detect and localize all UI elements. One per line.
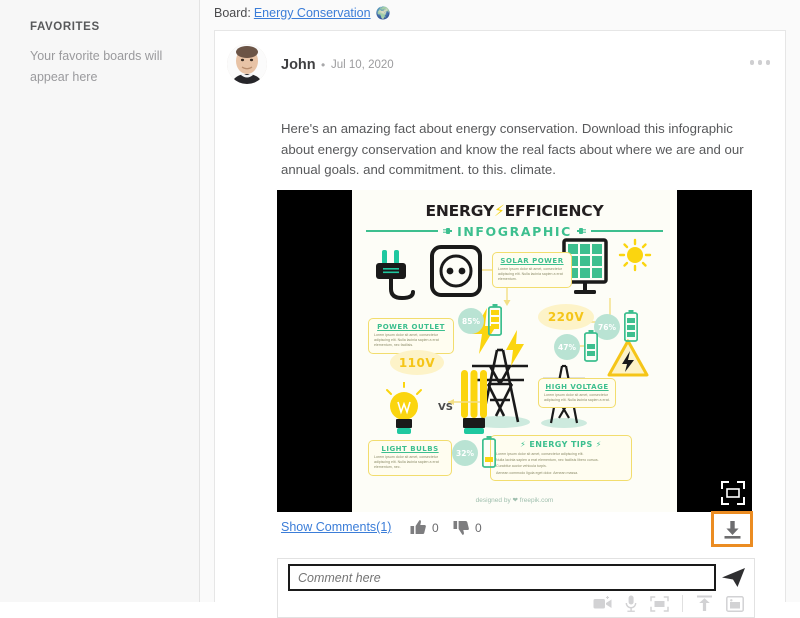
pct-badge-32: 32% — [452, 440, 478, 466]
board-bar: Board: Energy Conservation 🌍 — [200, 0, 800, 30]
like-button[interactable]: 0 — [410, 519, 439, 536]
box-body: Lorem ipsum dolor sit amet, consectetur … — [498, 267, 563, 282]
post-text: Here's an amazing fact about energy cons… — [281, 121, 744, 177]
lightning-bolt-icon-2 — [506, 330, 524, 366]
breadcrumb: Board: Energy Conservation 🌍 — [214, 6, 391, 20]
dislike-count: 0 — [475, 520, 482, 535]
fullscreen-glyph — [721, 481, 745, 505]
download-button[interactable] — [711, 511, 753, 547]
board-label: Board: — [214, 6, 251, 20]
pct-badge-47: 47% — [554, 334, 580, 360]
video-record-icon[interactable] — [593, 596, 612, 611]
infographic-box-energy-tips: ⚡ ENERGY TIPS ⚡ Lorem ipsum dolor sit am… — [490, 435, 632, 481]
socket-icon — [430, 245, 482, 297]
comment-composer — [277, 558, 755, 618]
plug-icon-left — [443, 228, 453, 234]
box-title: POWER OUTLET — [377, 323, 445, 331]
infographic-credit: designed by ❤ freepik.com — [475, 497, 554, 504]
infographic-subtitle-row: INFOGRAPHIC — [366, 223, 664, 239]
tips-title: ⚡ ENERGY TIPS ⚡ — [496, 440, 626, 449]
board-name-link[interactable]: Energy Conservation — [254, 6, 371, 20]
tips-title-text: ENERGY TIPS — [529, 440, 593, 449]
rule-right — [590, 230, 664, 232]
infographic-title-part2: EFFICIENCY — [504, 202, 604, 220]
favorites-empty-message: Your favorite boards will appear here — [30, 49, 163, 84]
box-title: LIGHT BULBS — [381, 445, 439, 453]
avatar[interactable] — [227, 44, 267, 84]
post-header: John • Jul 10, 2020 — [215, 31, 785, 84]
send-icon — [722, 568, 745, 587]
battery-icon-32 — [482, 436, 496, 468]
box-title: SOLAR POWER — [500, 257, 564, 265]
thumbs-down-icon — [453, 521, 469, 535]
globe-icon: 🌍 — [375, 6, 391, 20]
plug-icon-right — [576, 228, 586, 234]
comment-input[interactable] — [288, 564, 716, 591]
infographic-title: ENERGY⚡EFFICIENCY — [352, 202, 677, 220]
image-attach-icon[interactable] — [726, 595, 744, 612]
box-body: Lorem ipsum dolor sit amet, consectetur … — [374, 333, 439, 348]
infographic: ENERGY⚡EFFICIENCY INFOGRAPHIC VS POWER O… — [352, 190, 677, 512]
voltage-label-110: 110V — [390, 350, 444, 375]
fullscreen-icon[interactable] — [720, 480, 746, 506]
composer-tools — [593, 595, 744, 612]
infographic-box-power-outlet: POWER OUTLET Lorem ipsum dolor sit amet,… — [368, 318, 454, 354]
pct-badge-85: 85% — [458, 308, 484, 334]
favorites-heading: FAVORITES — [30, 21, 100, 33]
post-image[interactable]: ENERGY⚡EFFICIENCY INFOGRAPHIC VS POWER O… — [277, 190, 752, 512]
post-actions: Show Comments(1) 0 0 — [215, 511, 785, 550]
infographic-title-part1: ENERGY — [425, 202, 494, 220]
avatar-image — [227, 44, 267, 84]
infographic-box-light-bulbs: LIGHT BULBS Lorem ipsum dolor sit amet, … — [368, 440, 452, 476]
vs-label: VS — [438, 402, 453, 413]
send-button[interactable] — [721, 565, 746, 595]
post-separator: • — [321, 58, 326, 72]
box-body: Lorem ipsum dolor sit amet, consectetur … — [374, 455, 439, 470]
post-date: Jul 10, 2020 — [331, 59, 394, 71]
incandescent-bulb-icon — [386, 382, 422, 434]
box-body: Lorem ipsum dolor sit amet, consectetur … — [544, 393, 610, 403]
box-title: HIGH VOLTAGE — [545, 383, 609, 391]
sun-icon — [618, 238, 652, 272]
more-options-icon[interactable] — [745, 55, 776, 70]
more-dot — [757, 60, 762, 65]
show-comments-link[interactable]: Show Comments(1) — [281, 520, 391, 534]
bolt-icon: ⚡ — [493, 202, 505, 220]
more-dot — [749, 60, 754, 65]
main-content: Board:Energy Conservation🌍 John • Jul — [200, 0, 800, 618]
battery-icon-85 — [488, 304, 502, 336]
microphone-icon[interactable] — [625, 595, 637, 612]
high-voltage-warning-icon — [607, 339, 649, 377]
plug-cable-icon — [376, 250, 415, 301]
thumbs-up-icon — [410, 520, 426, 534]
more-dot — [765, 60, 770, 65]
battery-icon-47 — [584, 330, 598, 362]
rule-left — [366, 230, 439, 232]
post-author: John — [281, 57, 316, 73]
toolbar-divider — [682, 595, 683, 612]
battery-icon-76 — [624, 310, 638, 342]
infographic-subtitle: INFOGRAPHIC — [457, 223, 572, 239]
cfl-bulb-icon — [461, 370, 487, 434]
tip-item: Aenean commodo ligula eget dolor. Aenean… — [496, 470, 579, 475]
screen-capture-icon[interactable] — [650, 595, 669, 612]
infographic-box-high-voltage: HIGH VOLTAGE Lorem ipsum dolor sit amet,… — [538, 378, 616, 409]
upload-icon[interactable] — [696, 595, 713, 612]
voltage-label-220: 220V — [538, 304, 594, 330]
download-icon — [724, 520, 740, 539]
post-card: John • Jul 10, 2020 Here's an amazing fa… — [214, 30, 786, 618]
bolt-icon-right: ⚡ — [595, 440, 602, 449]
dislike-button[interactable]: 0 — [453, 519, 482, 536]
like-count: 0 — [432, 520, 439, 535]
bolt-icon-left: ⚡ — [520, 440, 527, 449]
infographic-box-solar-power: SOLAR POWER Lorem ipsum dolor sit amet, … — [492, 252, 572, 288]
sidebar: FAVORITES Your favorite boards will appe… — [0, 0, 200, 602]
